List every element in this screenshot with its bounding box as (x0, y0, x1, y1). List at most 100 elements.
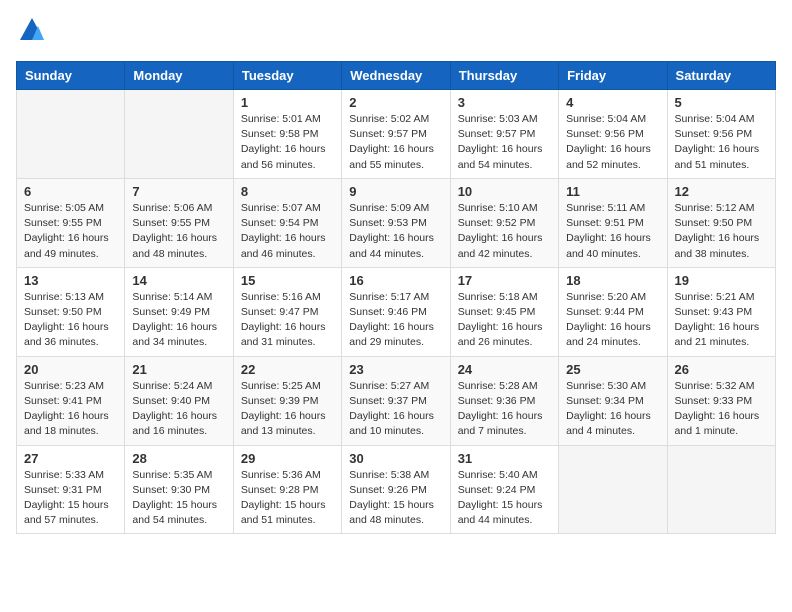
cell-content: Sunrise: 5:12 AM Sunset: 9:50 PM Dayligh… (675, 201, 768, 262)
calendar-cell: 10 Sunrise: 5:10 AM Sunset: 9:52 PM Dayli… (450, 178, 558, 267)
day-header-thursday: Thursday (450, 62, 558, 90)
cell-content: Sunrise: 5:04 AM Sunset: 9:56 PM Dayligh… (566, 112, 659, 173)
calendar-cell: 17 Sunrise: 5:18 AM Sunset: 9:45 PM Dayli… (450, 267, 558, 356)
cell-content: Sunrise: 5:36 AM Sunset: 9:28 PM Dayligh… (241, 468, 334, 529)
cell-content: Sunrise: 5:05 AM Sunset: 9:55 PM Dayligh… (24, 201, 117, 262)
cell-content: Sunrise: 5:28 AM Sunset: 9:36 PM Dayligh… (458, 379, 551, 440)
day-number: 31 (458, 451, 551, 466)
calendar-cell: 5Sunrise: 5:04 AM Sunset: 9:56 PM Daylig… (667, 90, 775, 179)
day-number: 23 (349, 362, 442, 377)
calendar-cell: 27 Sunrise: 5:33 AM Sunset: 9:31 PM Dayli… (17, 445, 125, 534)
day-number: 15 (241, 273, 334, 288)
logo (16, 16, 46, 49)
cell-content: Sunrise: 5:23 AM Sunset: 9:41 PM Dayligh… (24, 379, 117, 440)
calendar-week-5: 27 Sunrise: 5:33 AM Sunset: 9:31 PM Dayli… (17, 445, 776, 534)
calendar-cell: 22 Sunrise: 5:25 AM Sunset: 9:39 PM Dayli… (233, 356, 341, 445)
calendar-week-4: 20 Sunrise: 5:23 AM Sunset: 9:41 PM Dayli… (17, 356, 776, 445)
day-header-tuesday: Tuesday (233, 62, 341, 90)
calendar-cell: 19 Sunrise: 5:21 AM Sunset: 9:43 PM Dayli… (667, 267, 775, 356)
cell-content: Sunrise: 5:06 AM Sunset: 9:55 PM Dayligh… (132, 201, 225, 262)
calendar-cell: 30Sunrise: 5:38 AM Sunset: 9:26 PM Dayli… (342, 445, 450, 534)
day-number: 20 (24, 362, 117, 377)
calendar-cell: 14 Sunrise: 5:14 AM Sunset: 9:49 PM Dayli… (125, 267, 233, 356)
calendar-cell: 21Sunrise: 5:24 AM Sunset: 9:40 PM Dayli… (125, 356, 233, 445)
day-number: 25 (566, 362, 659, 377)
cell-content: Sunrise: 5:25 AM Sunset: 9:39 PM Dayligh… (241, 379, 334, 440)
calendar-cell: 31 Sunrise: 5:40 AM Sunset: 9:24 PM Dayli… (450, 445, 558, 534)
calendar-cell: 23 Sunrise: 5:27 AM Sunset: 9:37 PM Dayli… (342, 356, 450, 445)
cell-content: Sunrise: 5:01 AM Sunset: 9:58 PM Dayligh… (241, 112, 334, 173)
day-number: 26 (675, 362, 768, 377)
cell-content: Sunrise: 5:30 AM Sunset: 9:34 PM Dayligh… (566, 379, 659, 440)
day-number: 2 (349, 95, 442, 110)
cell-content: Sunrise: 5:17 AM Sunset: 9:46 PM Dayligh… (349, 290, 442, 351)
calendar-cell (125, 90, 233, 179)
calendar-cell: 18Sunrise: 5:20 AM Sunset: 9:44 PM Dayli… (559, 267, 667, 356)
day-header-wednesday: Wednesday (342, 62, 450, 90)
calendar-cell: 12 Sunrise: 5:12 AM Sunset: 9:50 PM Dayli… (667, 178, 775, 267)
day-number: 16 (349, 273, 442, 288)
day-number: 14 (132, 273, 225, 288)
day-number: 21 (132, 362, 225, 377)
day-number: 10 (458, 184, 551, 199)
calendar-cell (17, 90, 125, 179)
cell-content: Sunrise: 5:35 AM Sunset: 9:30 PM Dayligh… (132, 468, 225, 529)
cell-content: Sunrise: 5:07 AM Sunset: 9:54 PM Dayligh… (241, 201, 334, 262)
cell-content: Sunrise: 5:32 AM Sunset: 9:33 PM Dayligh… (675, 379, 768, 440)
day-number: 13 (24, 273, 117, 288)
cell-content: Sunrise: 5:10 AM Sunset: 9:52 PM Dayligh… (458, 201, 551, 262)
calendar-cell: 25 Sunrise: 5:30 AM Sunset: 9:34 PM Dayli… (559, 356, 667, 445)
cell-content: Sunrise: 5:09 AM Sunset: 9:53 PM Dayligh… (349, 201, 442, 262)
cell-content: Sunrise: 5:11 AM Sunset: 9:51 PM Dayligh… (566, 201, 659, 262)
calendar-cell: 13 Sunrise: 5:13 AM Sunset: 9:50 PM Dayli… (17, 267, 125, 356)
cell-content: Sunrise: 5:02 AM Sunset: 9:57 PM Dayligh… (349, 112, 442, 173)
day-header-monday: Monday (125, 62, 233, 90)
calendar-week-3: 13 Sunrise: 5:13 AM Sunset: 9:50 PM Dayli… (17, 267, 776, 356)
day-number: 19 (675, 273, 768, 288)
cell-content: Sunrise: 5:14 AM Sunset: 9:49 PM Dayligh… (132, 290, 225, 351)
day-number: 29 (241, 451, 334, 466)
calendar-cell: 26 Sunrise: 5:32 AM Sunset: 9:33 PM Dayli… (667, 356, 775, 445)
cell-content: Sunrise: 5:33 AM Sunset: 9:31 PM Dayligh… (24, 468, 117, 529)
day-number: 22 (241, 362, 334, 377)
calendar-table: SundayMondayTuesdayWednesdayThursdayFrid… (16, 61, 776, 534)
cell-content: Sunrise: 5:04 AM Sunset: 9:56 PM Dayligh… (675, 112, 768, 173)
calendar-cell (559, 445, 667, 534)
day-number: 6 (24, 184, 117, 199)
calendar-cell: 2 Sunrise: 5:02 AM Sunset: 9:57 PM Daylig… (342, 90, 450, 179)
calendar-cell: 24 Sunrise: 5:28 AM Sunset: 9:36 PM Dayli… (450, 356, 558, 445)
calendar-cell: 29 Sunrise: 5:36 AM Sunset: 9:28 PM Dayli… (233, 445, 341, 534)
cell-content: Sunrise: 5:38 AM Sunset: 9:26 PM Dayligh… (349, 468, 442, 529)
calendar-cell: 4 Sunrise: 5:04 AM Sunset: 9:56 PM Daylig… (559, 90, 667, 179)
day-number: 7 (132, 184, 225, 199)
day-number: 12 (675, 184, 768, 199)
cell-content: Sunrise: 5:40 AM Sunset: 9:24 PM Dayligh… (458, 468, 551, 529)
cell-content: Sunrise: 5:16 AM Sunset: 9:47 PM Dayligh… (241, 290, 334, 351)
cell-content: Sunrise: 5:27 AM Sunset: 9:37 PM Dayligh… (349, 379, 442, 440)
day-number: 9 (349, 184, 442, 199)
day-header-sunday: Sunday (17, 62, 125, 90)
calendar-cell (667, 445, 775, 534)
calendar-cell: 1Sunrise: 5:01 AM Sunset: 9:58 PM Daylig… (233, 90, 341, 179)
cell-content: Sunrise: 5:13 AM Sunset: 9:50 PM Dayligh… (24, 290, 117, 351)
cell-content: Sunrise: 5:18 AM Sunset: 9:45 PM Dayligh… (458, 290, 551, 351)
day-number: 4 (566, 95, 659, 110)
day-number: 8 (241, 184, 334, 199)
calendar-week-2: 6 Sunrise: 5:05 AM Sunset: 9:55 PM Daylig… (17, 178, 776, 267)
calendar-cell: 3Sunrise: 5:03 AM Sunset: 9:57 PM Daylig… (450, 90, 558, 179)
day-number: 24 (458, 362, 551, 377)
calendar-cell: 11 Sunrise: 5:11 AM Sunset: 9:51 PM Dayli… (559, 178, 667, 267)
cell-content: Sunrise: 5:21 AM Sunset: 9:43 PM Dayligh… (675, 290, 768, 351)
calendar-week-1: 1Sunrise: 5:01 AM Sunset: 9:58 PM Daylig… (17, 90, 776, 179)
page-header (16, 16, 776, 49)
day-number: 3 (458, 95, 551, 110)
calendar-header-row: SundayMondayTuesdayWednesdayThursdayFrid… (17, 62, 776, 90)
day-number: 28 (132, 451, 225, 466)
logo-text (16, 16, 46, 49)
calendar-cell: 9 Sunrise: 5:09 AM Sunset: 9:53 PM Daylig… (342, 178, 450, 267)
calendar-cell: 16 Sunrise: 5:17 AM Sunset: 9:46 PM Dayli… (342, 267, 450, 356)
day-number: 17 (458, 273, 551, 288)
day-header-friday: Friday (559, 62, 667, 90)
day-number: 11 (566, 184, 659, 199)
day-number: 27 (24, 451, 117, 466)
